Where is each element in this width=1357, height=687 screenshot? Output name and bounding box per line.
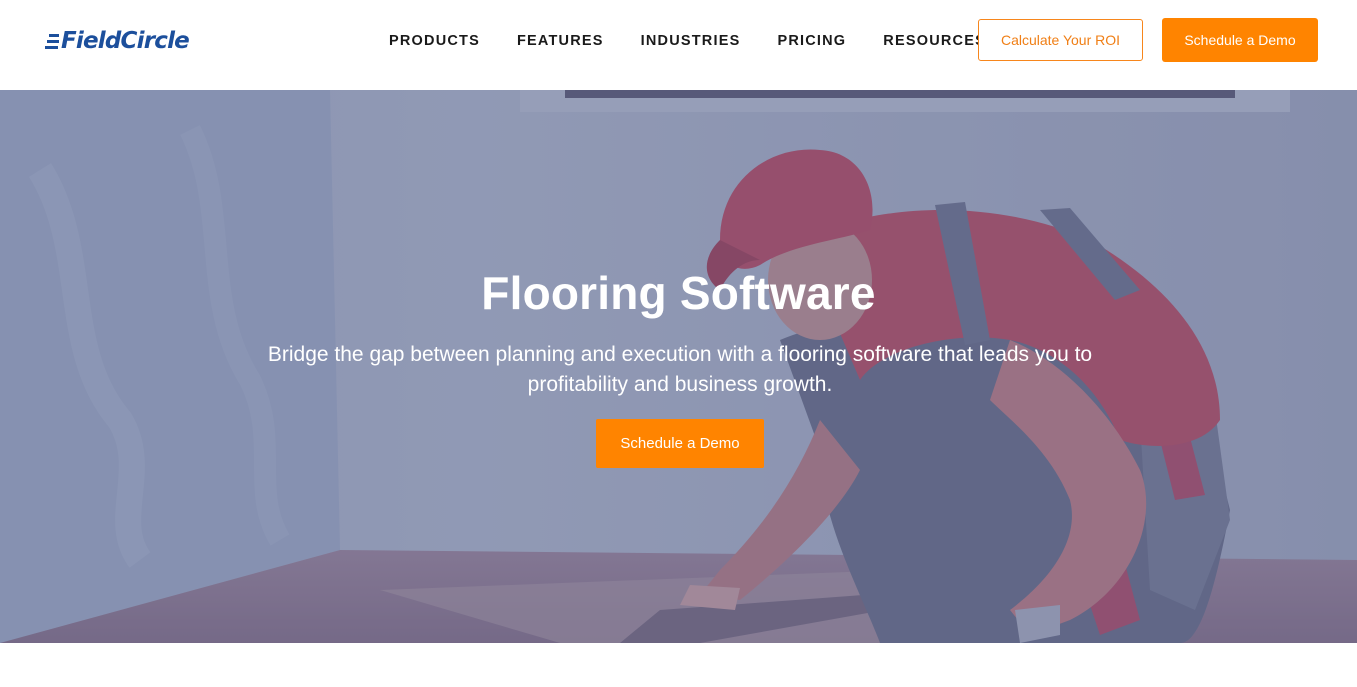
header-schedule-demo-button[interactable]: Schedule a Demo <box>1162 18 1318 62</box>
nav-pricing[interactable]: PRICING <box>777 33 846 49</box>
hero-section: Flooring Software Bridge the gap between… <box>0 90 1357 643</box>
main-nav: PRODUCTS FEATURES INDUSTRIES PRICING RES… <box>389 30 986 52</box>
logo-speed-lines-icon <box>45 34 59 49</box>
below-hero-area <box>0 643 1357 687</box>
logo-text: FieldCircle <box>61 28 190 54</box>
nav-products[interactable]: PRODUCTS <box>389 33 480 49</box>
hero-title: Flooring Software <box>481 267 876 319</box>
fieldcircle-logo[interactable]: FieldCircle <box>44 24 190 58</box>
hero-schedule-demo-button[interactable]: Schedule a Demo <box>596 419 764 468</box>
site-header: FieldCircle PRODUCTS FEATURES INDUSTRIES… <box>0 0 1357 90</box>
nav-features[interactable]: FEATURES <box>517 33 604 49</box>
nav-industries[interactable]: INDUSTRIES <box>641 33 741 49</box>
nav-resources[interactable]: RESOURCES <box>883 33 986 49</box>
hero-subtitle: Bridge the gap between planning and exec… <box>267 343 1093 396</box>
calculate-roi-button[interactable]: Calculate Your ROI <box>978 19 1143 61</box>
